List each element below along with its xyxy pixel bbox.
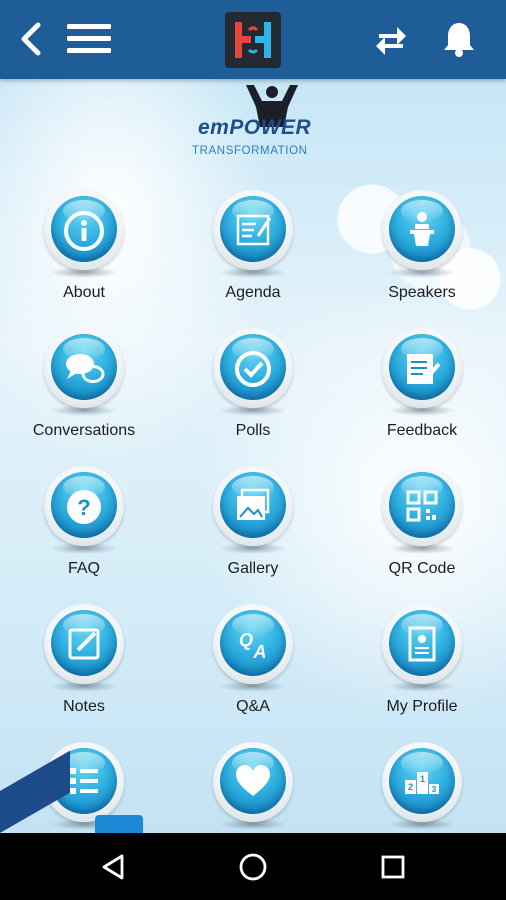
svg-text:A: A: [253, 642, 267, 662]
back-triangle-icon: [102, 854, 124, 880]
tile-label: Notes: [63, 698, 105, 715]
back-arrow-icon: [21, 22, 41, 56]
notification-bell-icon: [444, 23, 474, 57]
check-circle-icon: [235, 351, 271, 387]
photos-icon: [237, 488, 270, 520]
svg-text:3: 3: [432, 785, 437, 794]
tile-gallery[interactable]: Gallery: [169, 466, 337, 577]
heart-icon: [236, 765, 270, 796]
tile-favorites[interactable]: [169, 742, 337, 833]
recents-square-icon: [381, 855, 405, 879]
profile-card-icon: [408, 626, 436, 662]
tile-qr-code[interactable]: QR Code: [338, 466, 506, 577]
tile-label: FAQ: [67, 560, 100, 577]
tile-label: QR Code: [388, 560, 456, 577]
notifications-button[interactable]: [436, 16, 482, 62]
tile-polls[interactable]: Polls: [169, 328, 337, 439]
event-brand-logo: emPOWER TRANSFORMATION: [190, 83, 320, 163]
info-icon: [64, 211, 104, 251]
tile-label: Polls: [235, 422, 271, 439]
sync-button[interactable]: [368, 16, 414, 62]
qa-icon: Q A: [239, 630, 267, 662]
menu-button[interactable]: [66, 16, 112, 62]
hamburger-menu-icon: [67, 24, 111, 53]
system-nav-bar: [0, 833, 506, 900]
tile-feedback[interactable]: Feedback: [338, 328, 506, 439]
tile-label: Feedback: [386, 422, 458, 439]
tile-label: Agenda: [225, 284, 281, 301]
leaderboard-podium-icon: 2 1 3: [405, 772, 439, 794]
app-bar: [0, 0, 506, 79]
svg-text:?: ?: [77, 495, 90, 520]
agenda-icon: [236, 214, 272, 246]
home-circle-icon: [239, 853, 267, 881]
tile-my-profile[interactable]: My Profile: [338, 604, 506, 715]
tile-label: About: [63, 284, 105, 301]
tile-label: Speakers: [388, 284, 456, 301]
system-recents-button[interactable]: [371, 845, 415, 889]
system-home-button[interactable]: [231, 845, 275, 889]
tile-label: My Profile: [386, 698, 458, 715]
tile-notes[interactable]: Notes: [0, 604, 168, 715]
tile-label: Conversations: [32, 422, 136, 439]
feedback-notepad-icon: [407, 354, 441, 384]
notes-pencil-icon: [68, 628, 100, 660]
qr-code-icon: [406, 490, 438, 522]
tile-label: Gallery: [227, 560, 279, 577]
tile-qa[interactable]: Q A Q&A: [169, 604, 337, 715]
question-icon: ?: [67, 490, 101, 524]
brand-subtitle: TRANSFORMATION: [192, 145, 308, 157]
brand-title: emPOWER: [198, 116, 312, 139]
sync-icon: [376, 27, 406, 55]
svg-text:1: 1: [420, 774, 425, 784]
tile-speakers[interactable]: Speakers: [338, 190, 506, 301]
background-decoration: [95, 815, 143, 833]
svg-text:2: 2: [408, 782, 413, 792]
chat-bubbles-icon: [66, 354, 105, 383]
app-logo-h-icon: [235, 22, 271, 58]
svg-text:Q: Q: [239, 630, 253, 650]
tile-leaderboard[interactable]: 2 1 3: [338, 742, 506, 833]
checklist-icon: [70, 768, 98, 794]
app-logo[interactable]: [225, 12, 281, 68]
tile-faq[interactable]: ? FAQ: [0, 466, 168, 577]
back-button[interactable]: [8, 16, 54, 62]
tile-agenda[interactable]: Agenda: [169, 190, 337, 301]
dashboard-content: emPOWER TRANSFORMATION About Agenda Spea…: [0, 79, 506, 833]
system-back-button[interactable]: [92, 845, 136, 889]
speaker-podium-icon: [410, 212, 434, 246]
tile-about[interactable]: About: [0, 190, 168, 301]
tile-conversations[interactable]: Conversations: [0, 328, 168, 439]
tile-label: Q&A: [236, 698, 270, 715]
